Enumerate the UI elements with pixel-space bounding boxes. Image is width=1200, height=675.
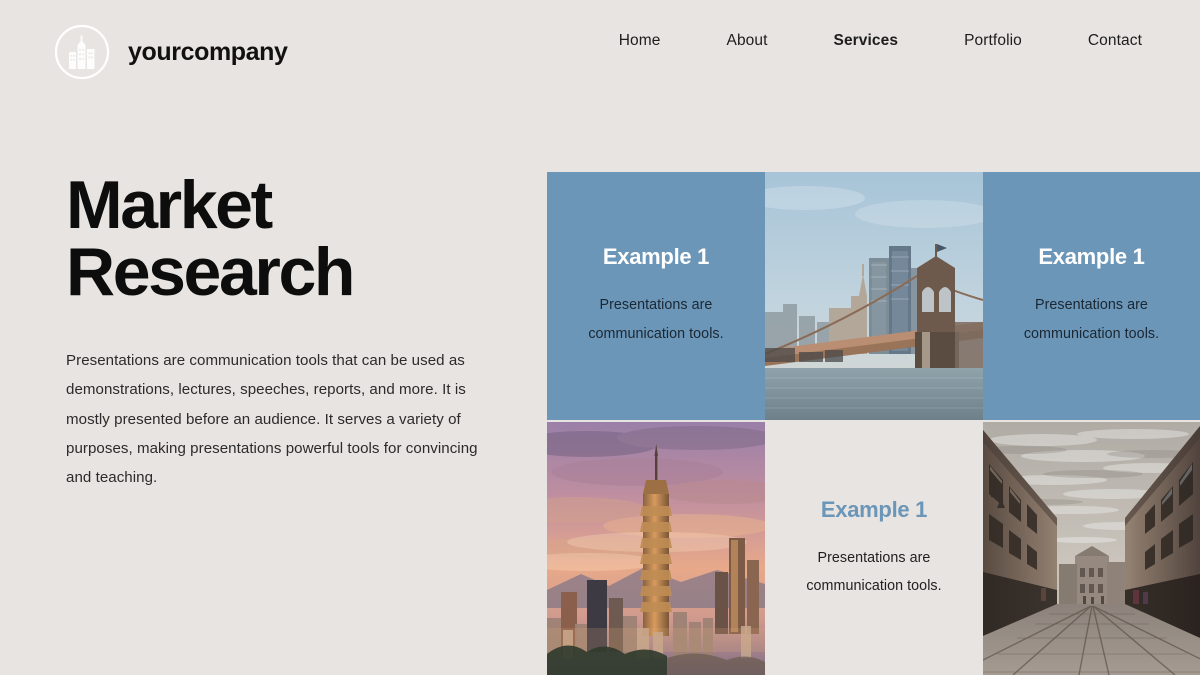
- main-navigation: Home About Services Portfolio Contact: [586, 32, 1142, 50]
- page-title: Market Research: [66, 167, 506, 310]
- european-cobblestone-street-photo: [983, 422, 1200, 675]
- taipei-101-sunset-skyline-photo: [547, 422, 765, 675]
- card-title: Example 1: [820, 496, 928, 522]
- hero-text-column: Market Research Presentations are commun…: [66, 167, 506, 492]
- card-description: Presentations are communication tools.: [1023, 297, 1160, 342]
- grid-cell-example-1[interactable]: Example 1 Presentations are communicatio…: [983, 172, 1200, 420]
- grid-cell-example-1[interactable]: Example 1 Presentations are communicatio…: [765, 422, 983, 675]
- site-header: yourcompany Home About Services Portfoli…: [0, 0, 1200, 104]
- nav-item-contact[interactable]: Contact: [1055, 32, 1142, 50]
- page-title-line-1: Market: [66, 167, 273, 243]
- brooklyn-bridge-nyc-skyline-photo: [765, 172, 983, 420]
- nav-item-home[interactable]: Home: [586, 32, 694, 50]
- card-title: Example 1: [602, 244, 710, 270]
- card-description: Presentations are communication tools.: [806, 549, 942, 594]
- brand-logo[interactable]: yourcompany: [52, 22, 288, 82]
- nav-item-services[interactable]: Services: [801, 32, 932, 50]
- slide-canvas: yourcompany Home About Services Portfoli…: [0, 0, 1200, 675]
- page-title-line-2: Research: [66, 233, 355, 310]
- circle-buildings-icon: [52, 22, 112, 82]
- card-title: Example 1: [1038, 244, 1145, 270]
- content-grid: Example 1 Presentations are communicatio…: [547, 172, 1200, 675]
- hero-paragraph: Presentations are communication tools th…: [66, 352, 478, 486]
- grid-cell-example-1[interactable]: Example 1 Presentations are communicatio…: [547, 172, 765, 420]
- brand-name: yourcompany: [128, 37, 288, 66]
- nav-item-about[interactable]: About: [694, 32, 801, 50]
- card-description: Presentations are communication tools.: [588, 297, 724, 342]
- nav-item-portfolio[interactable]: Portfolio: [931, 32, 1055, 50]
